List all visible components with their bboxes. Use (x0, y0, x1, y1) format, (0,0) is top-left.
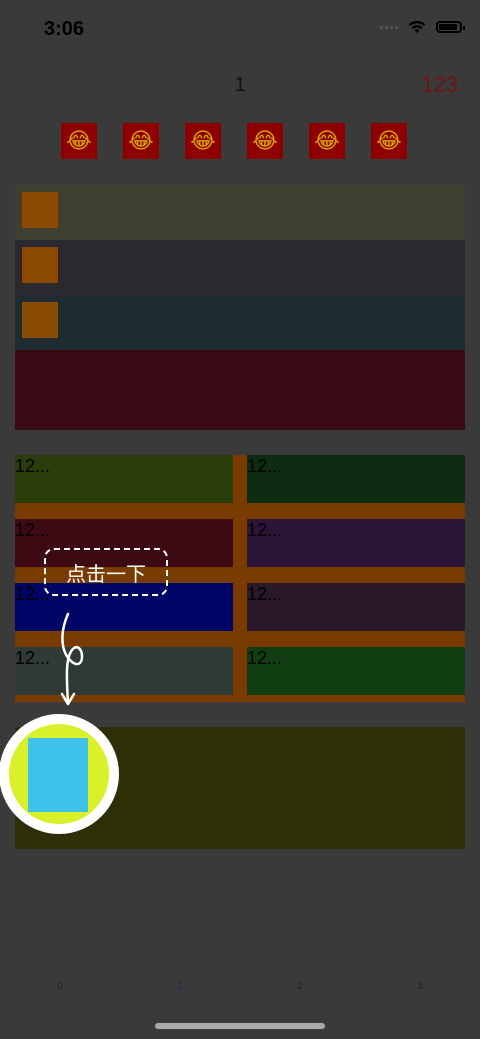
laughing-emoji-icon: 😂 (190, 128, 216, 153)
emoji-item[interactable]: 😂 (61, 123, 97, 159)
grid-cell-label: 12... (247, 584, 283, 604)
grid-cell-label: 12... (15, 456, 51, 476)
list-item-thumbnail (22, 192, 58, 228)
grid-cell[interactable]: 12... (247, 647, 465, 695)
emoji-item[interactable]: 😂 (371, 123, 407, 159)
emoji-row: 😂 😂 😂 😂 😂 😂 (61, 123, 407, 159)
emoji-item[interactable]: 😂 (123, 123, 159, 159)
tab-bar: 0 1 2 3 (0, 980, 480, 1000)
list-item[interactable] (15, 350, 465, 430)
status-icons (380, 20, 465, 34)
battery-icon (436, 21, 465, 33)
grid-cell[interactable]: 12... (247, 455, 465, 503)
laughing-emoji-icon: 😂 (128, 128, 154, 153)
emoji-item[interactable]: 😂 (247, 123, 283, 159)
list (15, 185, 465, 430)
highlighted-target-button[interactable] (28, 738, 88, 812)
grid-cell[interactable]: 12... (15, 455, 233, 503)
emoji-item[interactable]: 😂 (309, 123, 345, 159)
tab-1[interactable]: 1 (160, 980, 200, 992)
laughing-emoji-icon: 😂 (252, 128, 278, 153)
grid-cell-label: 12... (247, 456, 283, 476)
signal-icon (380, 25, 398, 29)
grid-cell[interactable]: 12... (247, 519, 465, 567)
tab-3[interactable]: 3 (400, 980, 440, 992)
tab-2[interactable]: 2 (280, 980, 320, 992)
grid-cell-label: 12... (247, 520, 283, 540)
grid-cell-label: 12... (15, 520, 51, 540)
nav-right-button[interactable]: 123 (421, 72, 458, 98)
tab-0[interactable]: 0 (40, 980, 80, 992)
list-item[interactable] (15, 185, 465, 240)
laughing-emoji-icon: 😂 (376, 128, 402, 153)
laughing-emoji-icon: 😂 (66, 128, 92, 153)
nav-title: 1 (234, 74, 246, 96)
wifi-icon (408, 20, 426, 33)
laughing-emoji-icon: 😂 (314, 128, 340, 153)
status-time: 3:06 (44, 18, 85, 40)
grid-cell[interactable]: 12... (247, 583, 465, 631)
list-item-thumbnail (22, 302, 58, 338)
guide-arrow-icon (60, 612, 84, 706)
list-item-thumbnail (22, 247, 58, 283)
grid-cell-label: 12... (15, 648, 51, 668)
grid-cell-label: 12... (247, 648, 283, 668)
list-item[interactable] (15, 240, 465, 295)
list-item[interactable] (15, 295, 465, 350)
home-indicator[interactable] (155, 1023, 325, 1029)
emoji-item[interactable]: 😂 (185, 123, 221, 159)
guide-tip[interactable]: 点击一下 (44, 548, 168, 596)
grid-cell[interactable]: 12... (15, 647, 233, 695)
